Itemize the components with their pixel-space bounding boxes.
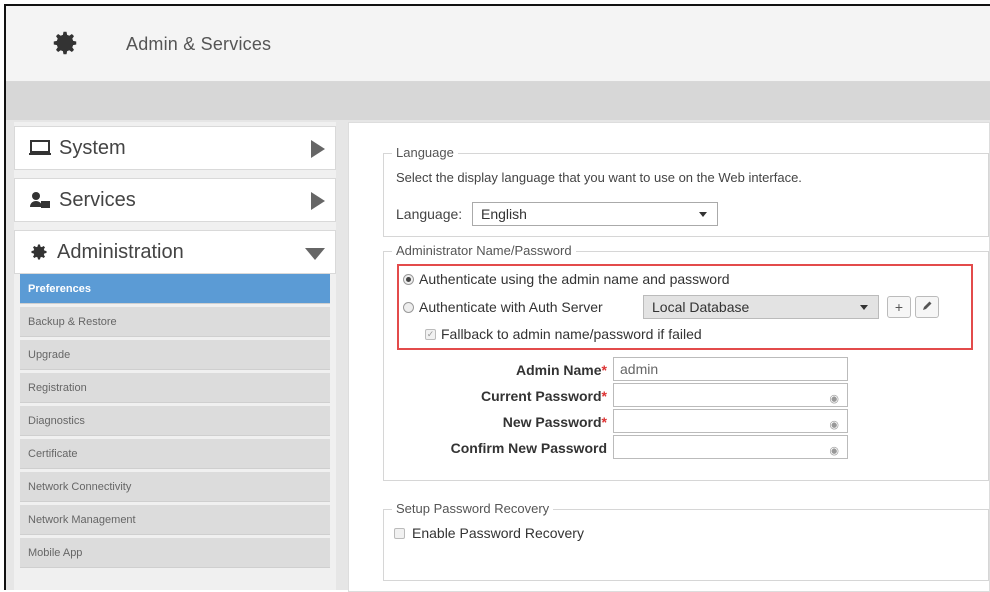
sidebar: System Services Administration Preferenc… (14, 122, 336, 590)
radio-admin-auth-label: Authenticate using the admin name and pa… (419, 271, 730, 287)
fallback-checkbox[interactable]: ✓ (425, 329, 436, 340)
recovery-legend: Setup Password Recovery (392, 501, 554, 516)
new-password-input[interactable]: ◉ (613, 409, 848, 433)
language-group: Language Select the display language tha… (383, 145, 989, 237)
current-password-label: Current Password* (397, 388, 607, 404)
radio-auth-server-label: Authenticate with Auth Server (419, 299, 603, 315)
fallback-label: Fallback to admin name/password if faile… (441, 326, 702, 342)
password-recovery-group: Setup Password Recovery Enable Password … (383, 501, 989, 581)
top-bar: Admin & Services (6, 6, 990, 82)
language-description: Select the display language that you wan… (396, 170, 802, 185)
admin-name-label-text: Admin Name (515, 362, 602, 378)
sidebar-section-administration[interactable]: Administration (14, 230, 336, 274)
monitor-icon (29, 140, 51, 155)
radio-auth-server[interactable] (403, 302, 414, 313)
show-password-icon[interactable]: ◉ (829, 414, 839, 436)
required-mark: * (601, 362, 607, 378)
sidebar-item-diagnostics[interactable]: Diagnostics (20, 406, 330, 436)
current-password-label-text: Current Password (480, 388, 602, 404)
pencil-icon (923, 301, 932, 310)
sidebar-item-network-management[interactable]: Network Management (20, 505, 330, 535)
required-mark: * (601, 388, 607, 404)
sidebar-item-registration[interactable]: Registration (20, 373, 330, 403)
confirm-password-label-text: Confirm New Password (450, 440, 607, 456)
language-legend: Language (392, 145, 458, 160)
services-icon (30, 192, 50, 208)
sidebar-item-preferences[interactable]: Preferences (20, 274, 330, 304)
gear-icon (53, 31, 77, 55)
auth-server-select-value: Local Database (652, 299, 750, 315)
header-strip (6, 82, 990, 120)
radio-admin-auth[interactable] (403, 274, 414, 285)
new-password-label-text: New Password (502, 414, 602, 430)
sidebar-section-label: Administration (57, 240, 184, 263)
enable-recovery-checkbox[interactable] (394, 528, 405, 539)
chevron-down-icon (305, 248, 325, 260)
auth-server-select[interactable]: Local Database (643, 295, 879, 319)
new-password-label: New Password* (397, 414, 607, 430)
main-panel: Language Select the display language tha… (348, 122, 990, 592)
admin-name-label: Admin Name* (397, 362, 607, 378)
chevron-down-icon (699, 212, 707, 217)
sidebar-item-upgrade[interactable]: Upgrade (20, 340, 330, 370)
required-mark: * (601, 414, 607, 430)
chevron-right-icon (311, 140, 325, 158)
chevron-right-icon (311, 192, 325, 210)
app-window: Admin & Services System Services Adminis… (4, 4, 990, 592)
gear-icon (31, 244, 47, 260)
language-select[interactable]: English (472, 202, 718, 226)
sidebar-item-backup-restore[interactable]: Backup & Restore (20, 307, 330, 337)
admin-name-value: admin (620, 361, 659, 377)
show-password-icon[interactable]: ◉ (829, 388, 839, 410)
admin-legend: Administrator Name/Password (392, 243, 576, 258)
sidebar-section-system[interactable]: System (14, 126, 336, 170)
edit-server-button[interactable] (915, 296, 939, 318)
sidebar-item-certificate[interactable]: Certificate (20, 439, 330, 469)
app-title: Admin & Services (126, 34, 272, 54)
admin-name-input[interactable]: admin (613, 357, 848, 381)
show-password-icon[interactable]: ◉ (829, 440, 839, 462)
add-server-button[interactable]: + (887, 296, 911, 318)
confirm-password-input[interactable]: ◉ (613, 435, 848, 459)
sidebar-section-label: Services (59, 188, 136, 211)
plus-icon: + (894, 299, 904, 315)
confirm-password-label: Confirm New Password (397, 440, 607, 456)
language-label: Language: (396, 206, 463, 222)
chevron-down-icon (860, 305, 868, 310)
sidebar-item-network-connectivity[interactable]: Network Connectivity (20, 472, 330, 502)
language-select-value: English (481, 206, 527, 222)
enable-recovery-label: Enable Password Recovery (412, 525, 584, 541)
sidebar-section-services[interactable]: Services (14, 178, 336, 222)
sidebar-section-label: System (59, 136, 126, 159)
sidebar-item-mobile-app[interactable]: Mobile App (20, 538, 330, 568)
current-password-input[interactable]: ◉ (613, 383, 848, 407)
